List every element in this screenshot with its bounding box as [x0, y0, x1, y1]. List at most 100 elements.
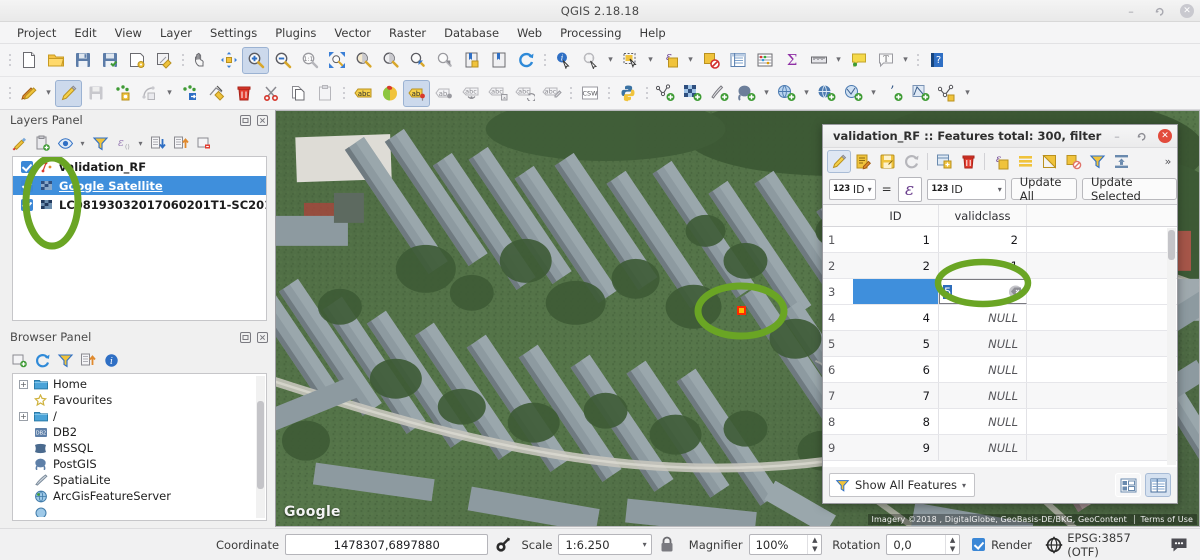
digitize-grip-5[interactable]: [643, 83, 650, 103]
attribute-table-close-button[interactable]: ✕: [1158, 129, 1172, 143]
attribute-table-scrollbar[interactable]: [1167, 228, 1176, 465]
toggle-editing-icon[interactable]: [827, 149, 851, 173]
select-by-expression-dropdown[interactable]: ▾: [684, 47, 697, 74]
filter-browser-icon[interactable]: [54, 349, 76, 371]
move-selection-to-top-icon[interactable]: [1109, 150, 1133, 173]
style-manager-icon[interactable]: [376, 80, 403, 107]
node-tool-icon[interactable]: [203, 80, 230, 107]
attribute-table-minimize-button[interactable]: –: [1110, 129, 1124, 143]
field-select-right[interactable]: 123 ID ▾: [927, 178, 1006, 200]
cut-features-icon[interactable]: [257, 80, 284, 107]
add-wms-dropdown[interactable]: ▾: [800, 80, 813, 107]
map-tips-icon[interactable]: [845, 47, 872, 74]
deselect-all-icon[interactable]: [697, 47, 724, 74]
browser-item-partial[interactable]: [13, 504, 266, 520]
new-layer-dropdown[interactable]: ▾: [961, 80, 974, 107]
window-close-button[interactable]: ✕: [1180, 4, 1194, 18]
cell-validclass[interactable]: NULL: [939, 409, 1027, 434]
zoom-out-icon[interactable]: [269, 47, 296, 74]
move-feature-icon[interactable]: [176, 80, 203, 107]
add-db-dropdown[interactable]: ▾: [760, 80, 773, 107]
toolbar-grip[interactable]: [6, 50, 13, 70]
add-circular-string-icon[interactable]: [136, 80, 163, 107]
cell-validclass[interactable]: 2: [939, 227, 1027, 252]
add-virtual-layer-icon[interactable]: ’: [880, 80, 907, 107]
add-raster-layer-icon[interactable]: [679, 80, 706, 107]
new-print-composer-icon[interactable]: [123, 47, 150, 74]
menu-project[interactable]: Project: [8, 24, 65, 42]
menu-plugins[interactable]: Plugins: [266, 24, 325, 42]
layers-panel-close-button[interactable]: [256, 114, 269, 127]
table-row[interactable]: 1 1 2: [823, 227, 1177, 253]
browser-item-arcgisfeatureserver[interactable]: ArcGisFeatureServer: [13, 488, 266, 504]
expand-all-icon[interactable]: [147, 132, 169, 154]
table-row[interactable]: 6 6 NULL: [823, 357, 1177, 383]
properties-icon[interactable]: i: [100, 349, 122, 371]
add-mesh-layer-icon[interactable]: [907, 80, 934, 107]
zoom-in-icon[interactable]: [242, 46, 269, 74]
terms-of-use-link[interactable]: Terms of Use: [1134, 515, 1193, 524]
browser-item-db2[interactable]: DB2 DB2: [13, 424, 266, 440]
menu-vector[interactable]: Vector: [325, 24, 380, 42]
expression-filter-dropdown[interactable]: ▾: [135, 132, 146, 154]
browser-item-favourites[interactable]: Favourites: [13, 392, 266, 408]
add-delimited-text-icon[interactable]: [706, 80, 733, 107]
label-icon[interactable]: abc: [349, 80, 376, 107]
coordinate-input[interactable]: 1478307,6897880: [285, 534, 489, 555]
delete-selected-icon[interactable]: [230, 80, 257, 107]
browser-item-home[interactable]: + Home: [13, 376, 266, 392]
paste-features-icon[interactable]: [311, 80, 338, 107]
browser-item-spatialite[interactable]: SpatiaLite: [13, 472, 266, 488]
remove-layer-icon[interactable]: [193, 132, 215, 154]
table-row[interactable]: 2 2 1: [823, 253, 1177, 279]
deselect-all-icon[interactable]: [1061, 150, 1085, 173]
menu-help[interactable]: Help: [631, 24, 675, 42]
browser-item-postgis[interactable]: PostGIS: [13, 456, 266, 472]
save-project-icon[interactable]: [69, 47, 96, 74]
zoom-full-icon[interactable]: [323, 47, 350, 74]
new-project-icon[interactable]: [15, 47, 42, 74]
menu-edit[interactable]: Edit: [65, 24, 105, 42]
render-toggle[interactable]: Render: [972, 538, 1032, 552]
run-feature-action-icon[interactable]: [577, 47, 604, 74]
csw-icon[interactable]: CSW: [576, 80, 603, 107]
add-feature-icon[interactable]: [932, 150, 956, 173]
save-project-as-icon[interactable]: [96, 47, 123, 74]
open-project-icon[interactable]: [42, 47, 69, 74]
attribute-table-window[interactable]: validation_RF :: Features total: 300, fi…: [822, 124, 1178, 504]
select-features-dropdown[interactable]: ▾: [644, 47, 657, 74]
cell-id[interactable]: 1: [853, 227, 939, 252]
expression-builder-button[interactable]: ε: [897, 176, 923, 202]
current-edits-dropdown[interactable]: ▾: [42, 80, 55, 107]
attribute-table-grid[interactable]: ID validclass 1 1 2 2 2 1 3 5 4 4 NULL 5…: [823, 204, 1177, 467]
filter-legend-icon[interactable]: [89, 132, 111, 154]
scale-combobox[interactable]: 1:6.250 ▾: [558, 534, 652, 555]
field-calculator-icon[interactable]: [751, 47, 778, 74]
menu-settings[interactable]: Settings: [201, 24, 266, 42]
text-annotation-icon[interactable]: T: [872, 47, 899, 74]
toolbar-grip-3[interactable]: [541, 50, 548, 70]
zoom-next-icon[interactable]: [431, 47, 458, 74]
python-console-icon[interactable]: [614, 80, 641, 107]
add-wfs-layer-icon[interactable]: [840, 80, 867, 107]
layer-visibility-checkbox[interactable]: [21, 198, 33, 211]
pan-to-selection-icon[interactable]: [215, 47, 242, 74]
pin-labels-icon[interactable]: ab: [403, 79, 430, 107]
add-postgis-layer-icon[interactable]: [733, 80, 760, 107]
layer-item-validation-rf[interactable]: validation_RF: [13, 157, 266, 176]
layer-visibility-checkbox[interactable]: [21, 160, 33, 173]
change-label-properties-icon[interactable]: abc: [538, 80, 565, 107]
expression-filter-icon[interactable]: ε(): [112, 132, 134, 154]
menu-layer[interactable]: Layer: [151, 24, 201, 42]
zoom-native-icon[interactable]: 1:1: [296, 47, 323, 74]
cell-validclass[interactable]: 1: [939, 253, 1027, 278]
rotation-spinbox[interactable]: 0,0 ▲ ▼: [886, 534, 961, 555]
invert-selection-icon[interactable]: [1037, 150, 1061, 173]
chevron-down-icon[interactable]: ▾: [643, 540, 647, 549]
add-wms-layer-icon[interactable]: [773, 80, 800, 107]
toggle-editing-icon[interactable]: [55, 79, 82, 107]
collapse-all-icon[interactable]: [77, 349, 99, 371]
chevron-down-icon[interactable]: ▾: [868, 185, 872, 194]
layers-list[interactable]: validation_RF Google Satellite LC0819303…: [12, 156, 267, 321]
cell-id[interactable]: 7: [853, 383, 939, 408]
